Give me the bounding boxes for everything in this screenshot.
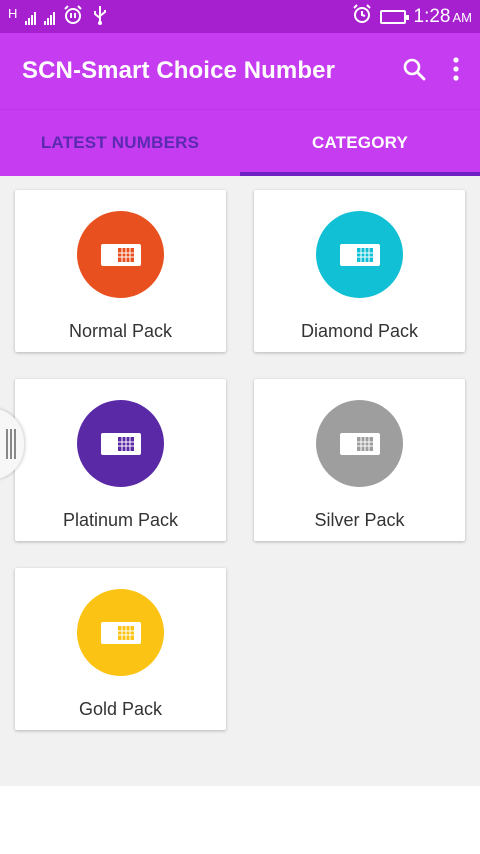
- time-value: 1:28: [413, 5, 451, 27]
- search-icon[interactable]: [402, 57, 426, 86]
- signal-icon: [44, 9, 56, 25]
- network-type-indicator: H: [8, 6, 18, 21]
- category-card-diamond[interactable]: Diamond Pack: [254, 190, 465, 352]
- battery-charging-icon: [379, 9, 409, 24]
- category-card-normal[interactable]: Normal Pack: [15, 190, 226, 352]
- status-right: 1:28 AM: [352, 3, 472, 30]
- status-left: H: [8, 4, 109, 29]
- category-icon-circle: [316, 400, 403, 487]
- tab-category[interactable]: CATEGORY: [240, 110, 480, 176]
- sim-card-icon: [339, 243, 380, 266]
- sim-card-icon: [100, 243, 141, 266]
- tab-bar: LATEST NUMBERS CATEGORY: [0, 109, 480, 176]
- status-bar: H 1:28 AM: [0, 0, 480, 33]
- clock-time: 1:28 AM: [414, 6, 472, 28]
- category-card-platinum[interactable]: Platinum Pack: [15, 379, 226, 541]
- category-label: Gold Pack: [78, 699, 163, 719]
- category-label: Normal Pack: [68, 321, 173, 341]
- category-card-gold[interactable]: Gold Pack: [15, 568, 226, 730]
- category-card-silver[interactable]: Silver Pack: [254, 379, 465, 541]
- category-icon-circle: [77, 589, 164, 676]
- category-label: Platinum Pack: [62, 510, 179, 530]
- category-grid: Normal Pack Diamond Pack Platinum Pack S…: [0, 176, 480, 786]
- app-actions: [402, 56, 460, 86]
- category-icon-circle: [77, 211, 164, 298]
- more-vert-icon[interactable]: [452, 56, 460, 86]
- sim-card-icon: [100, 621, 141, 644]
- sim-card-icon: [100, 432, 141, 455]
- category-icon-circle: [316, 211, 403, 298]
- signal-icon: [25, 9, 37, 25]
- usb-icon: [91, 5, 109, 29]
- app-bar: SCN-Smart Choice Number: [0, 33, 480, 109]
- app-title: SCN-Smart Choice Number: [22, 57, 336, 84]
- alarm-icon: [352, 3, 372, 30]
- category-icon-circle: [77, 400, 164, 487]
- alarm-icon: [63, 4, 83, 29]
- tab-latest-numbers[interactable]: LATEST NUMBERS: [0, 110, 240, 176]
- category-label: Diamond Pack: [300, 321, 419, 341]
- category-label: Silver Pack: [314, 510, 405, 530]
- sim-card-icon: [339, 432, 380, 455]
- time-ampm: AM: [452, 9, 473, 25]
